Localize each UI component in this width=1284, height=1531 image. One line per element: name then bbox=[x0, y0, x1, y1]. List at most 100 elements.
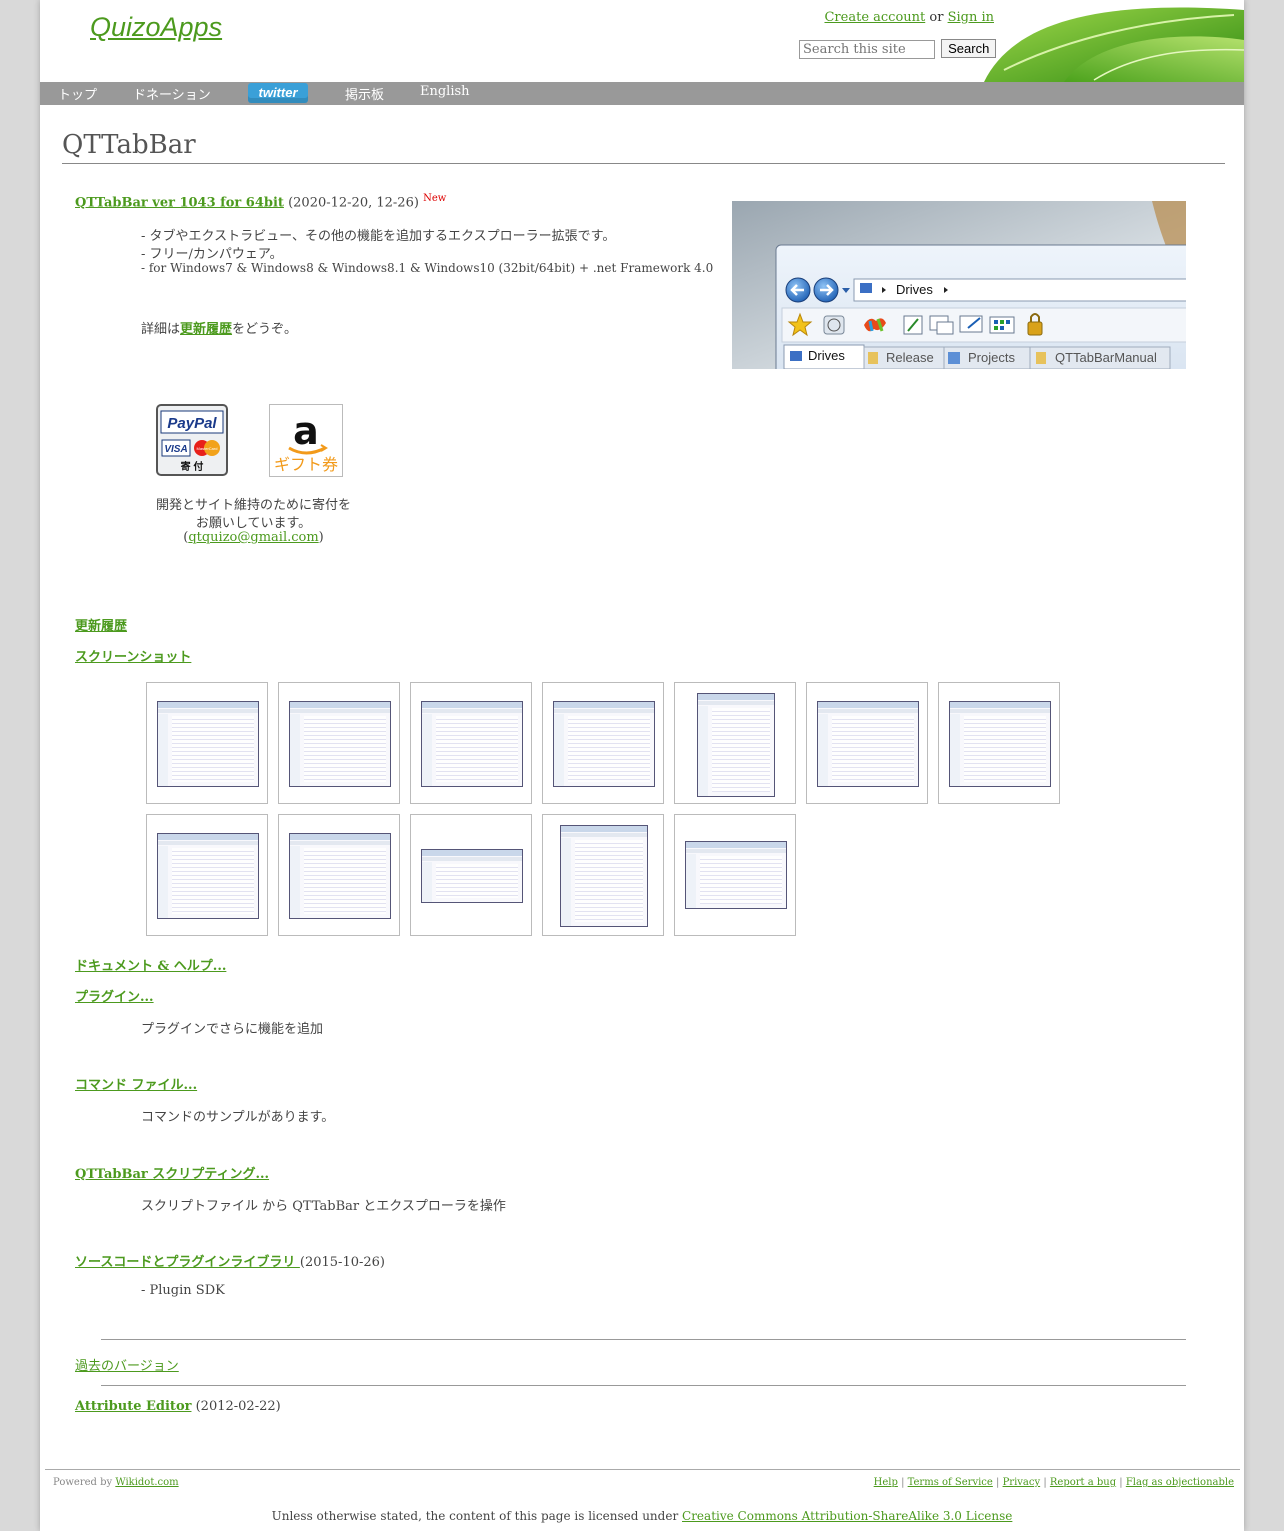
paypal-mastercard-text: MasterCard bbox=[197, 446, 218, 451]
screenshot-thumbnail[interactable] bbox=[806, 682, 928, 804]
license-text: Unless otherwise stated, the content of … bbox=[271, 1509, 679, 1523]
tab-drives-text: Drives bbox=[808, 348, 845, 363]
screenshots-link[interactable]: スクリーンショット bbox=[75, 646, 191, 665]
thumbnail-image bbox=[157, 701, 259, 787]
scripting-desc: スクリプトファイル から QTTabBar とエクスプローラを操作 bbox=[141, 1199, 506, 1214]
tab-projects-text: Projects bbox=[968, 350, 1015, 365]
paypal-visa-text: VISA bbox=[164, 444, 187, 455]
source-desc: - Plugin SDK bbox=[141, 1283, 225, 1298]
tab-qttabbarmanual-text: QTTabBarManual bbox=[1055, 350, 1157, 365]
history-link[interactable]: 更新履歴 bbox=[75, 615, 127, 634]
email-close-paren: ) bbox=[318, 530, 324, 545]
commands-desc: コマンドのサンプルがあります。 bbox=[141, 1110, 335, 1125]
old-versions-link[interactable]: 過去のバージョン bbox=[75, 1355, 179, 1374]
attribute-editor-date: (2012-02-22) bbox=[195, 1399, 281, 1414]
amazon-gift-text: ギフト券 bbox=[274, 455, 338, 474]
license-link[interactable]: Creative Commons Attribution-ShareAlike … bbox=[682, 1509, 1012, 1523]
source-date: (2015-10-26) bbox=[299, 1255, 385, 1270]
screenshot-thumbnail[interactable] bbox=[278, 682, 400, 804]
amazon-gift-button[interactable]: a ギフト券 bbox=[269, 404, 343, 477]
site-header: QuizoApps Create account or Sign in Sear… bbox=[40, 0, 1244, 82]
search-button[interactable]: Search bbox=[941, 39, 997, 58]
powered-by-text: Powered by bbox=[53, 1477, 113, 1488]
thumbnail-image bbox=[817, 701, 919, 787]
new-badge: New bbox=[423, 193, 447, 204]
details-pre: 詳細は bbox=[141, 322, 181, 337]
thumbnail-image bbox=[949, 701, 1051, 787]
screenshot-thumbnail[interactable] bbox=[410, 814, 532, 936]
flag-link[interactable]: Flag as objectionable bbox=[1126, 1477, 1234, 1488]
screenshot-thumbnail[interactable] bbox=[146, 682, 268, 804]
page-title: QTTabBar bbox=[62, 129, 1225, 164]
page: QuizoApps Create account or Sign in Sear… bbox=[40, 0, 1244, 1531]
screenshot-thumbnail[interactable] bbox=[542, 682, 664, 804]
attribute-editor-line: Attribute Editor (2012-02-22) bbox=[75, 1399, 281, 1414]
create-account-link[interactable]: Create account bbox=[824, 10, 925, 25]
attribute-editor-link[interactable]: Attribute Editor bbox=[75, 1399, 191, 1414]
source-line: ソースコードとプラグインライブラリ (2015-10-26) bbox=[75, 1251, 385, 1270]
screenshot-thumbnail[interactable] bbox=[674, 814, 796, 936]
powered-by: Powered by Wikidot.com bbox=[53, 1477, 179, 1488]
license-line: Unless otherwise stated, the content of … bbox=[40, 1509, 1244, 1523]
docs-link[interactable]: ドキュメント & ヘルプ... bbox=[75, 955, 226, 974]
help-link[interactable]: Help bbox=[874, 1477, 898, 1488]
address-drives-text: Drives bbox=[896, 282, 933, 297]
screenshot-thumbnail[interactable] bbox=[278, 814, 400, 936]
donate-email-line: (qtquizo@gmail.com) bbox=[156, 530, 351, 545]
nav-item-board[interactable]: 掲示板 bbox=[345, 84, 384, 103]
nav-item-english[interactable]: English bbox=[420, 84, 470, 99]
divider bbox=[101, 1385, 1186, 1386]
commands-link[interactable]: コマンド ファイル... bbox=[75, 1074, 197, 1093]
search-input[interactable] bbox=[799, 40, 935, 59]
site-title-link[interactable]: QuizoApps bbox=[90, 12, 222, 43]
tab-release-text: Release bbox=[886, 350, 934, 365]
wikidot-link[interactable]: Wikidot.com bbox=[115, 1477, 178, 1488]
release-download-link[interactable]: QTTabBar ver 1043 for 64bit bbox=[75, 195, 284, 210]
nav-item-donation[interactable]: ドネーション bbox=[133, 84, 211, 103]
scripting-link[interactable]: QTTabBar スクリプティング... bbox=[75, 1163, 269, 1182]
or-text: or bbox=[929, 10, 944, 25]
privacy-link[interactable]: Privacy bbox=[1003, 1477, 1041, 1488]
donate-msg-1: 開発とサイト維持のために寄付を bbox=[156, 498, 352, 513]
footer-links: Help | Terms of Service | Privacy | Repo… bbox=[873, 1477, 1234, 1488]
thumbnail-image bbox=[560, 825, 648, 927]
release-date: (2020-12-20, 12-26) bbox=[288, 195, 419, 211]
nav-item-twitter[interactable]: twitter bbox=[248, 83, 308, 103]
thumbnail-image bbox=[289, 833, 391, 919]
release-desc-1: - タブやエクストラビュー、その他の機能を追加するエクスプローラー拡張です。 bbox=[141, 229, 616, 244]
search-form: Search bbox=[799, 39, 997, 59]
paypal-text: PayPal bbox=[167, 415, 217, 432]
details-history-link[interactable]: 更新履歴 bbox=[180, 322, 232, 337]
thumbnail-image bbox=[697, 693, 775, 797]
screenshot-thumbnail[interactable] bbox=[410, 682, 532, 804]
thumbnail-image bbox=[421, 701, 523, 787]
screenshot-thumbnail[interactable] bbox=[674, 682, 796, 804]
thumbnail-image bbox=[289, 701, 391, 787]
thumbnail-image bbox=[685, 841, 787, 909]
email-link[interactable]: qtquizo@gmail.com bbox=[188, 530, 318, 545]
thumbnail-image bbox=[553, 701, 655, 787]
source-link[interactable]: ソースコードとプラグインライブラリ bbox=[75, 1255, 300, 1270]
screenshot-thumbnail[interactable] bbox=[542, 814, 664, 936]
release-desc-3: - for Windows7 & Windows8 & Windows8.1 &… bbox=[141, 261, 714, 275]
sign-in-link[interactable]: Sign in bbox=[948, 10, 994, 25]
screenshot-thumbnail[interactable] bbox=[938, 682, 1060, 804]
release-line: QTTabBar ver 1043 for 64bit (2020-12-20,… bbox=[75, 193, 446, 210]
amazon-letter: a bbox=[293, 409, 319, 453]
paypal-donate-button[interactable]: PayPal VISA MasterCard 寄 付 bbox=[156, 404, 228, 476]
terms-link[interactable]: Terms of Service bbox=[908, 1477, 993, 1488]
details-line: 詳細は更新履歴をどうぞ。 bbox=[141, 318, 297, 337]
footer-divider bbox=[45, 1469, 1240, 1470]
report-bug-link[interactable]: Report a bug bbox=[1050, 1477, 1116, 1488]
donate-msg-2: お願いしています。 bbox=[195, 516, 312, 531]
release-desc-2: - フリー/カンパウェア。 bbox=[141, 247, 283, 262]
plugins-desc: プラグインでさらに機能を追加 bbox=[141, 1022, 324, 1037]
main-screenshot[interactable]: Drives Drives Release Projects QTTabBarM… bbox=[732, 201, 1186, 369]
thumbnail-image bbox=[421, 849, 523, 903]
top-nav: トップ ドネーション twitter 掲示板 English bbox=[40, 82, 1244, 105]
screenshot-thumbnail[interactable] bbox=[146, 814, 268, 936]
account-links: Create account or Sign in bbox=[824, 10, 994, 25]
thumbnail-image bbox=[157, 833, 259, 919]
nav-item-top[interactable]: トップ bbox=[58, 84, 97, 103]
plugins-link[interactable]: プラグイン... bbox=[75, 986, 154, 1005]
